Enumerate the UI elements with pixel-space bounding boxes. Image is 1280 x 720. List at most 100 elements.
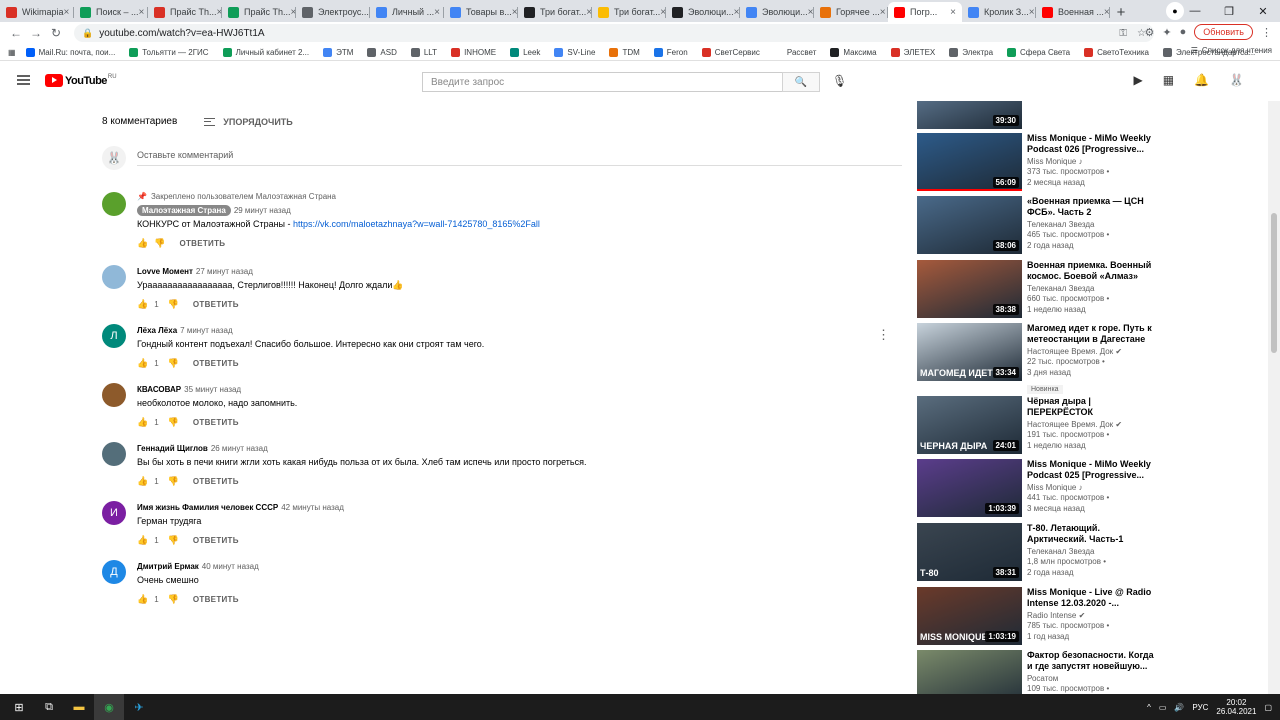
thumbs-up-icon[interactable]: 👍 xyxy=(137,594,148,605)
maximize-icon[interactable]: ❐ xyxy=(1212,0,1246,22)
reply-button[interactable]: ОТВЕТИТЬ xyxy=(193,300,239,309)
tab-close-icon[interactable]: × xyxy=(1104,7,1110,18)
related-video[interactable]: Т-80 38:31 Т-80. Летающий. Арктический. Ча… xyxy=(917,523,1262,583)
video-title[interactable]: Т-80. Летающий. Арктический. Часть-1 xyxy=(1027,523,1157,545)
comment-time[interactable]: 40 минут назад xyxy=(202,562,259,571)
avatar[interactable]: 🐰 xyxy=(1229,73,1244,87)
forward-icon[interactable]: → xyxy=(26,26,46,40)
menu-icon[interactable]: ⋮ xyxy=(1261,26,1272,39)
video-channel[interactable]: Radio Intense ✔ xyxy=(1027,611,1157,620)
reply-button[interactable]: ОТВЕТИТЬ xyxy=(193,536,239,545)
tab-close-icon[interactable]: × xyxy=(880,7,886,18)
comment-time[interactable]: 7 минут назад xyxy=(180,326,233,335)
comment-author[interactable]: КВАСОВАР xyxy=(137,385,181,394)
tab-3[interactable]: Прайс Th... × xyxy=(222,2,296,22)
tab-9[interactable]: Эволюци... × xyxy=(666,2,740,22)
video-channel[interactable]: Настоящее Время. Док ✔ xyxy=(1027,420,1157,429)
related-video[interactable]: МАГОМЕД ИДЕТ К 33:34 Магомед идет к горе. … xyxy=(917,323,1262,394)
create-video-icon[interactable]: ▶ xyxy=(1134,73,1143,87)
video-channel[interactable]: Телеканал Звезда xyxy=(1027,547,1157,556)
tab-2[interactable]: Прайс Th... × xyxy=(148,2,222,22)
video-thumbnail[interactable]: MISS MONIQUE 1:03:19 xyxy=(917,587,1022,645)
tab-close-icon[interactable]: × xyxy=(512,7,518,18)
reply-button[interactable]: ОТВЕТИТЬ xyxy=(193,418,239,427)
clock[interactable]: 20:02 26.04.2021 xyxy=(1216,698,1256,716)
tab-0[interactable]: Wikimapia × xyxy=(0,2,74,22)
video-title[interactable]: Магомед идет к горе. Путь к метеостанции… xyxy=(1027,323,1157,345)
reply-button[interactable]: ОТВЕТИТЬ xyxy=(179,239,225,248)
thumbs-down-icon[interactable]: 👎 xyxy=(168,358,179,369)
bookmark-item[interactable]: Электра xyxy=(949,47,993,57)
thumbs-up-icon[interactable]: 👍 xyxy=(137,358,148,369)
scrollbar[interactable] xyxy=(1268,101,1280,694)
tab-10[interactable]: Эволюци... × xyxy=(740,2,814,22)
video-thumbnail[interactable]: 38:38 xyxy=(917,260,1022,318)
chrome-icon[interactable]: ◉ xyxy=(94,694,124,720)
thumbs-up-icon[interactable]: 👍 xyxy=(137,535,148,546)
video-channel[interactable]: Настоящее Время. Док ✔ xyxy=(1027,347,1157,356)
notification-center-icon[interactable]: ▢ xyxy=(1264,703,1272,712)
related-video[interactable]: Фактор безопасности. Когда и где запустя… xyxy=(917,650,1262,694)
reply-button[interactable]: ОТВЕТИТЬ xyxy=(193,359,239,368)
video-thumbnail[interactable]: 56:09 xyxy=(917,133,1022,191)
video-thumbnail[interactable]: 1:03:39 xyxy=(917,459,1022,517)
avatar[interactable] xyxy=(102,442,126,466)
video-channel[interactable]: Miss Monique ♪ xyxy=(1027,483,1157,492)
avatar[interactable]: Д xyxy=(102,560,126,584)
hamburger-menu-icon[interactable] xyxy=(17,75,30,85)
tab-close-icon[interactable]: × xyxy=(64,7,70,18)
lock-icon[interactable]: 🔒 xyxy=(82,28,93,39)
sort-button[interactable]: УПОРЯДОЧИТЬ xyxy=(204,117,293,127)
video-title[interactable]: Военная приемка. Военный космос. Боевой … xyxy=(1027,260,1157,282)
tab-close-icon[interactable]: × xyxy=(434,7,440,18)
thumbs-down-icon[interactable]: 👎 xyxy=(168,535,179,546)
windows-start-icon[interactable]: ⊞ xyxy=(4,694,34,720)
bookmark-item[interactable]: СветСервис xyxy=(701,47,760,57)
more-options-icon[interactable]: ⋮ xyxy=(877,327,890,343)
avatar[interactable]: Л xyxy=(102,324,126,348)
apps-icon[interactable]: ▦ xyxy=(8,48,16,57)
related-video[interactable]: 56:09 Miss Monique - MiMo Weekly Podcast … xyxy=(917,133,1262,193)
tab-search-icon[interactable]: ● xyxy=(1166,2,1184,20)
comment-author[interactable]: Геннадий Щиглов xyxy=(137,444,208,453)
bookmark-item[interactable]: Leek xyxy=(510,47,540,57)
video-channel[interactable]: Росатом xyxy=(1027,674,1157,683)
video-title[interactable]: Miss Monique - MiMo Weekly Podcast 026 [… xyxy=(1027,133,1157,155)
task-view-icon[interactable]: ⧉ xyxy=(34,694,64,720)
comment-time[interactable]: 35 минут назад xyxy=(184,385,241,394)
comment-author[interactable]: Малоэтажная Страна xyxy=(137,204,231,216)
video-thumbnail[interactable]: ЧЕРНАЯ ДЫРА 24:01 xyxy=(917,396,1022,454)
key-icon[interactable]: ⚿ xyxy=(1119,28,1127,39)
profile-icon[interactable]: ● xyxy=(1180,26,1187,38)
search-icon[interactable]: 🔍 xyxy=(782,72,820,92)
tab-13[interactable]: Кролик З... × xyxy=(962,2,1036,22)
video-thumbnail[interactable]: 39:30 xyxy=(917,101,1022,129)
new-tab-button[interactable]: + xyxy=(1110,2,1132,22)
bookmark-item[interactable]: ASD xyxy=(367,47,397,57)
bookmark-item[interactable]: Mail.Ru: почта, пои... xyxy=(25,47,115,57)
tab-close-icon[interactable]: × xyxy=(1029,7,1035,18)
network-icon[interactable]: ▭ xyxy=(1159,703,1167,712)
tab-4[interactable]: Электроус...× xyxy=(296,2,370,22)
video-channel[interactable]: Телеканал Звезда xyxy=(1027,284,1157,293)
bookmark-item[interactable]: ЭТМ xyxy=(323,47,353,57)
telegram-icon[interactable]: ✈ xyxy=(124,694,154,720)
volume-icon[interactable]: 🔊 xyxy=(1174,703,1184,712)
comment-time[interactable]: 42 минуты назад xyxy=(281,503,344,512)
comment-time[interactable]: 26 минут назад xyxy=(211,444,268,453)
bookmark-item[interactable]: SV-Line xyxy=(554,47,595,57)
bookmark-item[interactable]: Feron xyxy=(653,47,688,57)
related-video[interactable]: 38:38 Военная приемка. Военный космос. Бо… xyxy=(917,260,1262,320)
thumbs-up-icon[interactable]: 👍 xyxy=(137,417,148,428)
tab-5[interactable]: Личный ... × xyxy=(370,2,444,22)
comment-author[interactable]: Имя жизнь Фамилия человек СССР xyxy=(137,503,278,512)
tab-14[interactable]: Военная ... × xyxy=(1036,2,1110,22)
thumbs-up-icon[interactable]: 👍 xyxy=(137,476,148,487)
thumbs-down-icon[interactable]: 👎 xyxy=(154,238,165,249)
bookmark-item[interactable]: СветоТехника xyxy=(1084,47,1149,57)
bookmark-item[interactable]: Максима xyxy=(830,47,877,57)
tab-8[interactable]: Три богат... × xyxy=(592,2,666,22)
related-video[interactable]: 38:06 «Военная приемка — ЦСН ФСБ». Часть … xyxy=(917,196,1262,256)
comment-author[interactable]: Лёха Лёха xyxy=(137,326,177,335)
video-channel[interactable]: Miss Monique ♪ xyxy=(1027,157,1157,166)
